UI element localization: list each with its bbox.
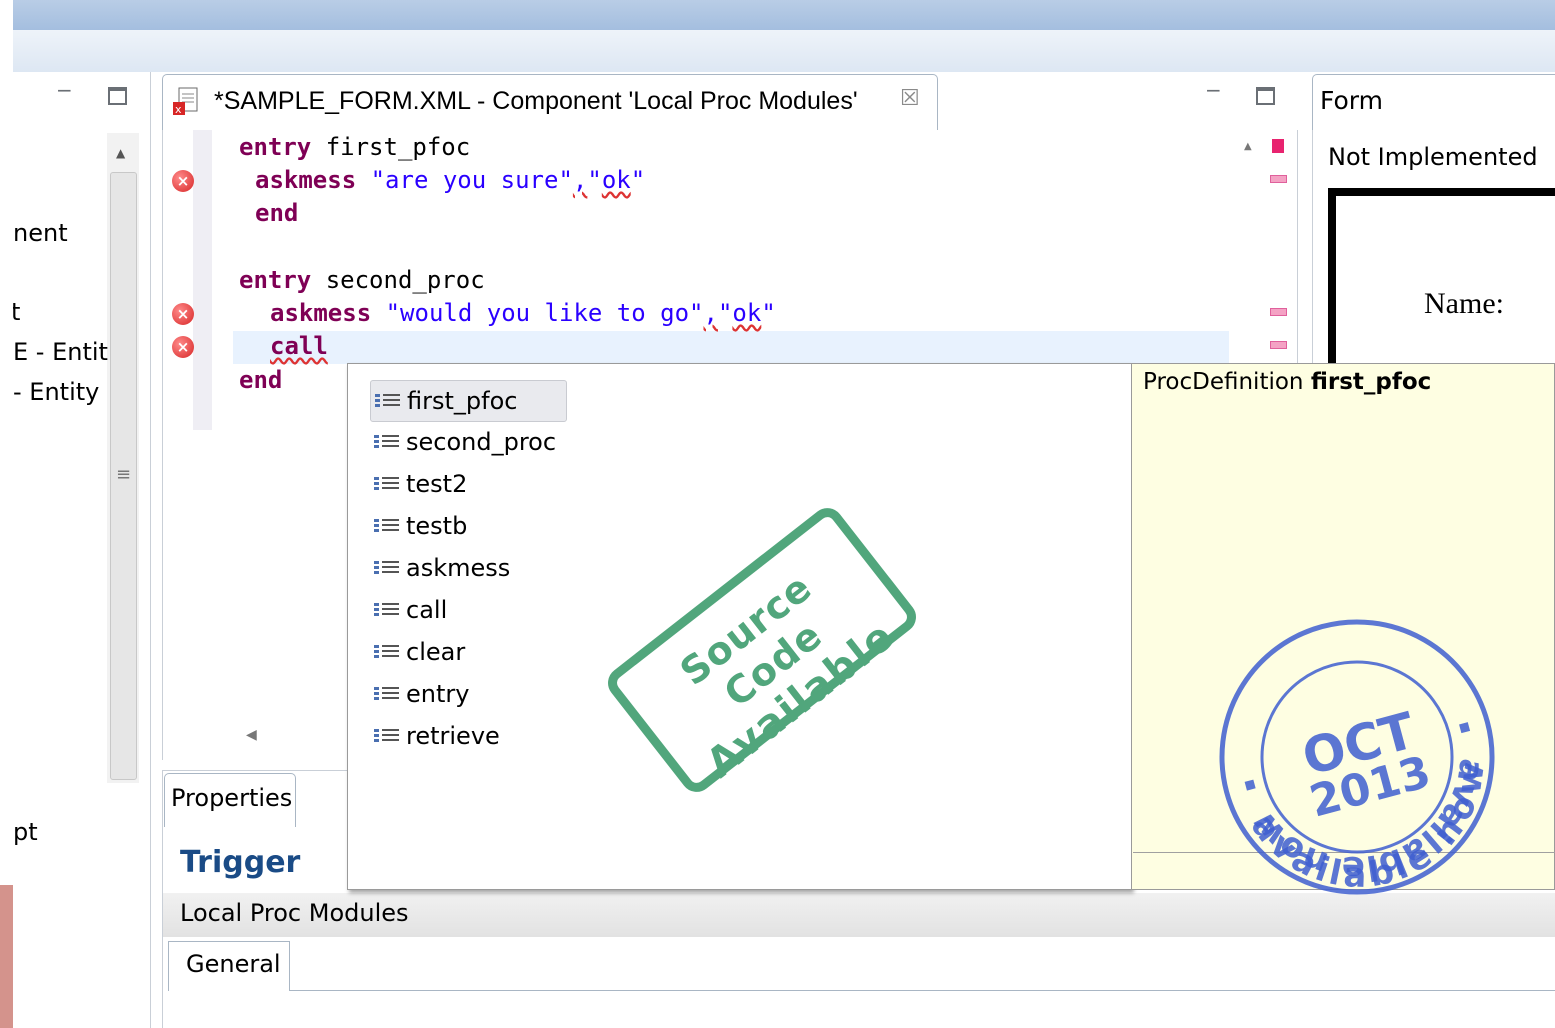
code-keyword: askmess xyxy=(270,299,372,327)
gutter-ruler xyxy=(193,130,212,430)
proc-list-icon xyxy=(374,477,399,490)
current-line-highlight xyxy=(233,331,1229,364)
scroll-up-icon[interactable]: ▲ xyxy=(1244,141,1252,152)
error-overview-mark[interactable] xyxy=(1270,308,1287,316)
completion-item[interactable]: testb xyxy=(370,506,570,548)
completion-item[interactable]: retrieve xyxy=(370,716,570,758)
code-string: " xyxy=(761,299,776,327)
code-text: first_pfoc xyxy=(311,133,471,161)
window-title-bar xyxy=(0,0,1555,30)
proc-list-icon xyxy=(374,729,399,742)
code-string: " xyxy=(630,166,646,194)
code-string: " xyxy=(587,166,602,194)
code-string: " xyxy=(717,299,733,327)
left-window-edge xyxy=(0,0,13,1028)
code-error-token: ok xyxy=(601,166,631,194)
svg-text:x: x xyxy=(175,103,182,116)
date-stamp: available now available now OCT 2013 xyxy=(1219,619,1502,902)
error-overview-mark[interactable] xyxy=(1270,175,1287,183)
proc-info-title: ProcDefinition first_pfoc xyxy=(1143,369,1431,395)
scroll-grip-icon: ≡ xyxy=(116,464,132,485)
code-line[interactable]: end xyxy=(239,364,282,397)
proc-list-icon xyxy=(374,519,399,532)
completion-item[interactable]: call xyxy=(370,590,570,632)
tree-item[interactable]: pt xyxy=(13,818,38,846)
toolbar-strip xyxy=(0,30,1555,72)
completion-item-label: retrieve xyxy=(406,722,500,750)
code-line[interactable]: askmess "would you like to go","ok" xyxy=(270,297,776,330)
completion-item-label: testb xyxy=(406,512,468,540)
tab-general-label[interactable]: General xyxy=(186,950,281,978)
scroll-up-icon[interactable]: ▲ xyxy=(116,146,125,160)
tree-item[interactable]: E - Entit xyxy=(13,338,108,366)
completion-item[interactable]: first_pfoc xyxy=(370,380,567,422)
completion-item[interactable]: second_proc xyxy=(370,422,570,464)
left-edge-decoration xyxy=(0,885,13,1028)
completion-item-label: test2 xyxy=(406,470,468,498)
completion-item-label: first_pfoc xyxy=(407,387,518,415)
completion-item-label: entry xyxy=(406,680,470,708)
xml-file-icon: x xyxy=(173,87,198,116)
code-line[interactable]: entry first_pfoc xyxy=(239,131,470,164)
error-icon[interactable]: × xyxy=(172,336,194,358)
close-icon[interactable]: ☒ xyxy=(900,86,920,111)
code-line[interactable]: entry second_proc xyxy=(239,264,485,297)
code-text: second_proc xyxy=(311,266,485,294)
code-keyword: entry xyxy=(239,266,312,294)
tab-divider xyxy=(290,990,1555,991)
completion-item-label: clear xyxy=(406,638,466,666)
code-line[interactable]: end xyxy=(255,197,298,230)
stamp-dot xyxy=(1459,722,1471,734)
completion-item[interactable]: clear xyxy=(370,632,570,674)
code-line[interactable]: call xyxy=(270,330,328,363)
tab-properties-label[interactable]: Properties xyxy=(171,784,292,812)
editor-tab-title[interactable]: *SAMPLE_FORM.XML - Component 'Local Proc… xyxy=(214,87,858,116)
completion-item-label: call xyxy=(406,596,448,624)
minimize-icon[interactable]: − xyxy=(1205,80,1222,100)
error-overview-indicator[interactable] xyxy=(1272,139,1284,153)
code-error-token: , xyxy=(572,166,588,194)
code-keyword: entry xyxy=(239,133,312,161)
completion-item[interactable]: askmess xyxy=(370,548,570,590)
proc-list-icon xyxy=(374,645,399,658)
proc-list-icon xyxy=(374,603,399,616)
form-name-label: Name: xyxy=(1424,287,1504,320)
tree-item[interactable]: - Entity xyxy=(13,378,99,406)
scroll-left-icon[interactable]: ◀ xyxy=(246,727,257,743)
completion-item[interactable]: entry xyxy=(370,674,570,716)
completion-item-label: second_proc xyxy=(406,428,557,456)
code-line[interactable]: askmess "are you sure","ok" xyxy=(255,164,645,197)
code-string: "would you like to go" xyxy=(385,299,704,327)
code-error-token: ok xyxy=(732,299,762,327)
proc-list-icon xyxy=(374,687,399,700)
form-preview-frame xyxy=(1328,188,1555,378)
tree-item[interactable]: nent xyxy=(13,219,68,247)
proc-info-prefix: ProcDefinition xyxy=(1143,369,1311,395)
code-error-token: , xyxy=(703,299,718,327)
stamp-dot xyxy=(1244,779,1256,791)
proc-list-icon xyxy=(374,435,399,448)
tab-form-label[interactable]: Form xyxy=(1320,86,1383,115)
content-assist-list[interactable]: first_pfoc second_proc test2 testb askme… xyxy=(370,380,570,758)
code-keyword: end xyxy=(255,199,299,227)
code-keyword: askmess xyxy=(255,166,357,194)
maximize-icon[interactable] xyxy=(108,87,127,105)
completion-item[interactable]: test2 xyxy=(370,464,570,506)
maximize-icon[interactable] xyxy=(1256,87,1275,105)
error-overview-mark[interactable] xyxy=(1270,341,1287,349)
proc-info-name: first_pfoc xyxy=(1310,369,1432,395)
completion-item-label: askmess xyxy=(406,554,511,582)
proc-list-icon xyxy=(375,394,400,407)
error-icon[interactable]: × xyxy=(172,303,194,325)
minimize-icon[interactable]: − xyxy=(56,80,73,100)
form-status-text: Not Implemented xyxy=(1328,143,1538,171)
code-string: "are you sure" xyxy=(370,166,573,194)
properties-title: Trigger xyxy=(180,845,301,880)
properties-subtitle: Local Proc Modules xyxy=(180,899,409,927)
error-icon[interactable]: × xyxy=(172,170,194,192)
proc-list-icon xyxy=(374,561,399,574)
code-keyword: end xyxy=(239,366,283,394)
code-keyword: call xyxy=(270,332,328,360)
